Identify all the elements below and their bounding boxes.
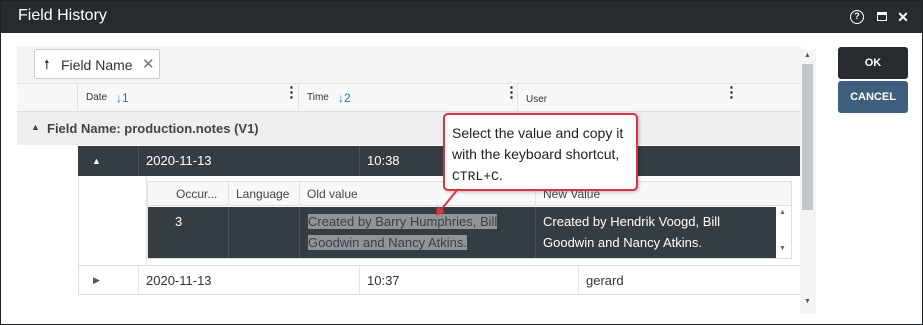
callout-arrow-icon: [436, 188, 459, 216]
